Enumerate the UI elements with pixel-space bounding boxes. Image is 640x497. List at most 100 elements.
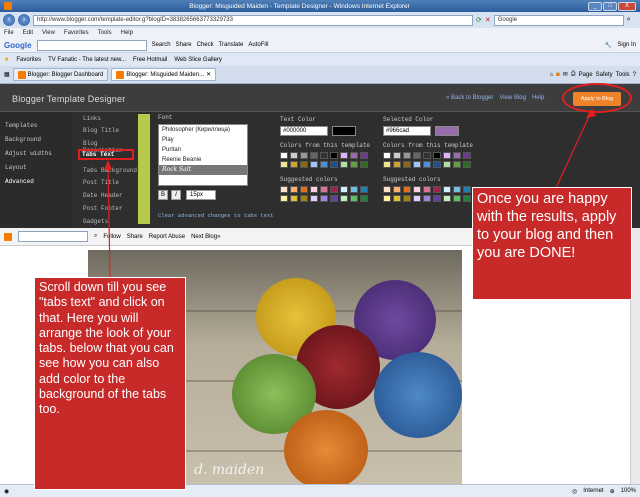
color-swatch[interactable] bbox=[310, 161, 318, 168]
color-swatch[interactable] bbox=[383, 195, 391, 202]
color-swatch[interactable] bbox=[340, 152, 348, 159]
subnav-scrollbar[interactable] bbox=[138, 114, 150, 224]
next-blog-link[interactable]: Next Blog» bbox=[191, 234, 220, 240]
font-option[interactable]: Puritan bbox=[159, 145, 247, 155]
tab-misguided-maiden[interactable]: Blogger: Misguided Maiden... ✕ bbox=[111, 68, 217, 81]
color-swatch[interactable] bbox=[433, 152, 441, 159]
mail-icon[interactable]: ✉ bbox=[563, 71, 568, 78]
color-swatch[interactable] bbox=[413, 152, 421, 159]
color-swatch[interactable] bbox=[360, 195, 368, 202]
menu-favorites[interactable]: Favorites bbox=[64, 30, 89, 36]
clear-advanced-link[interactable]: Clear advanced changes to tabs text bbox=[158, 212, 274, 219]
color-swatch[interactable] bbox=[453, 186, 461, 193]
text-color-picker[interactable] bbox=[332, 126, 356, 136]
safety-menu[interactable]: Safety bbox=[596, 72, 613, 78]
subnav-gadgets[interactable]: Gadgets bbox=[83, 218, 108, 225]
subnav-post-title[interactable]: Post Title bbox=[83, 179, 119, 186]
color-swatch[interactable] bbox=[423, 186, 431, 193]
color-swatch[interactable] bbox=[393, 195, 401, 202]
color-swatch[interactable] bbox=[350, 161, 358, 168]
color-swatch[interactable] bbox=[433, 161, 441, 168]
color-swatch[interactable] bbox=[383, 152, 391, 159]
minimize-button[interactable]: _ bbox=[588, 1, 602, 11]
nav-templates[interactable]: Templates bbox=[5, 122, 37, 129]
fav-item-webslice[interactable]: Web Slice Gallery bbox=[174, 57, 222, 63]
nav-advanced[interactable]: Advanced bbox=[5, 178, 34, 185]
color-swatch[interactable] bbox=[320, 161, 328, 168]
search-icon[interactable]: ⌕ bbox=[627, 16, 631, 24]
refresh-icon[interactable]: ⟳ bbox=[476, 16, 482, 24]
font-option[interactable]: Play bbox=[159, 135, 247, 145]
color-swatch[interactable] bbox=[403, 186, 411, 193]
nav-background[interactable]: Background bbox=[5, 136, 41, 143]
share-button[interactable]: Share bbox=[176, 42, 192, 48]
color-swatch[interactable] bbox=[340, 161, 348, 168]
autofill-button[interactable]: AutoFill bbox=[248, 42, 268, 48]
color-swatch[interactable] bbox=[320, 195, 328, 202]
subnav-post-footer[interactable]: Post Footer bbox=[83, 205, 123, 212]
color-swatch[interactable] bbox=[330, 186, 338, 193]
color-swatch[interactable] bbox=[463, 195, 471, 202]
font-option-selected[interactable]: Rock Salt bbox=[159, 165, 247, 175]
color-swatch[interactable] bbox=[433, 195, 441, 202]
color-swatch[interactable] bbox=[350, 195, 358, 202]
color-swatch[interactable] bbox=[360, 186, 368, 193]
help-icon[interactable]: ? bbox=[633, 72, 636, 78]
home-icon[interactable]: ⌂ bbox=[550, 72, 554, 78]
google-search-button[interactable]: Search bbox=[152, 42, 171, 48]
nav-adjust-widths[interactable]: Adjust widths bbox=[5, 150, 52, 157]
color-swatch[interactable] bbox=[413, 161, 421, 168]
fav-item-hotmail[interactable]: Free Hotmail bbox=[133, 57, 167, 63]
search-input[interactable]: Google bbox=[493, 14, 624, 26]
color-swatch[interactable] bbox=[340, 195, 348, 202]
subnav-blog-title[interactable]: Blog Title bbox=[83, 127, 119, 134]
text-color-input[interactable]: #000000 bbox=[280, 126, 328, 136]
navbar-search-input[interactable] bbox=[18, 231, 88, 242]
google-search-input[interactable] bbox=[36, 39, 147, 51]
favorites-button[interactable]: Favorites bbox=[16, 57, 41, 63]
close-button[interactable]: X bbox=[618, 1, 636, 11]
blogger-icon[interactable] bbox=[4, 232, 12, 241]
wrench-icon[interactable]: 🔧 bbox=[605, 42, 612, 49]
page-menu[interactable]: Page bbox=[579, 72, 593, 78]
color-swatch[interactable] bbox=[310, 152, 318, 159]
color-swatch[interactable] bbox=[340, 186, 348, 193]
sign-in-button[interactable]: Sign In bbox=[617, 42, 636, 48]
color-swatch[interactable] bbox=[423, 195, 431, 202]
color-swatch[interactable] bbox=[383, 161, 391, 168]
color-swatch[interactable] bbox=[330, 195, 338, 202]
help-link[interactable]: Help bbox=[532, 95, 544, 101]
color-swatch[interactable] bbox=[360, 152, 368, 159]
tools-menu[interactable]: Tools bbox=[616, 72, 630, 78]
subnav-links[interactable]: Links bbox=[83, 115, 101, 122]
zoom-level[interactable]: 100% bbox=[621, 488, 636, 494]
color-swatch[interactable] bbox=[280, 195, 288, 202]
color-swatch[interactable] bbox=[423, 152, 431, 159]
color-swatch[interactable] bbox=[310, 186, 318, 193]
color-swatch[interactable] bbox=[280, 186, 288, 193]
color-swatch[interactable] bbox=[330, 152, 338, 159]
color-swatch[interactable] bbox=[350, 152, 358, 159]
color-swatch[interactable] bbox=[453, 195, 461, 202]
selected-color-picker[interactable] bbox=[435, 126, 459, 136]
color-swatch[interactable] bbox=[423, 161, 431, 168]
color-swatch[interactable] bbox=[300, 152, 308, 159]
url-input[interactable]: http://www.blogger.com/template-editor.g… bbox=[33, 14, 473, 26]
subnav-date-header[interactable]: Date Header bbox=[83, 192, 123, 199]
color-swatch[interactable] bbox=[330, 161, 338, 168]
follow-link[interactable]: Follow bbox=[103, 234, 120, 240]
print-icon[interactable]: ⎙ bbox=[571, 71, 576, 78]
color-swatch[interactable] bbox=[280, 152, 288, 159]
color-swatch[interactable] bbox=[403, 152, 411, 159]
color-swatch[interactable] bbox=[443, 195, 451, 202]
tab-grid-icon[interactable]: ▦ bbox=[4, 71, 10, 78]
color-swatch[interactable] bbox=[290, 186, 298, 193]
maximize-button[interactable]: □ bbox=[603, 1, 617, 11]
font-list[interactable]: Philosopher (Кириллица) Play Puritan Ree… bbox=[158, 124, 248, 186]
check-button[interactable]: Check bbox=[197, 42, 214, 48]
color-swatch[interactable] bbox=[393, 152, 401, 159]
color-swatch[interactable] bbox=[320, 186, 328, 193]
subnav-tabs-text[interactable]: Tabs Text bbox=[78, 149, 134, 160]
fav-item-tvfanatic[interactable]: TV Fanatic - The latest new... bbox=[48, 57, 126, 63]
color-swatch[interactable] bbox=[453, 152, 461, 159]
